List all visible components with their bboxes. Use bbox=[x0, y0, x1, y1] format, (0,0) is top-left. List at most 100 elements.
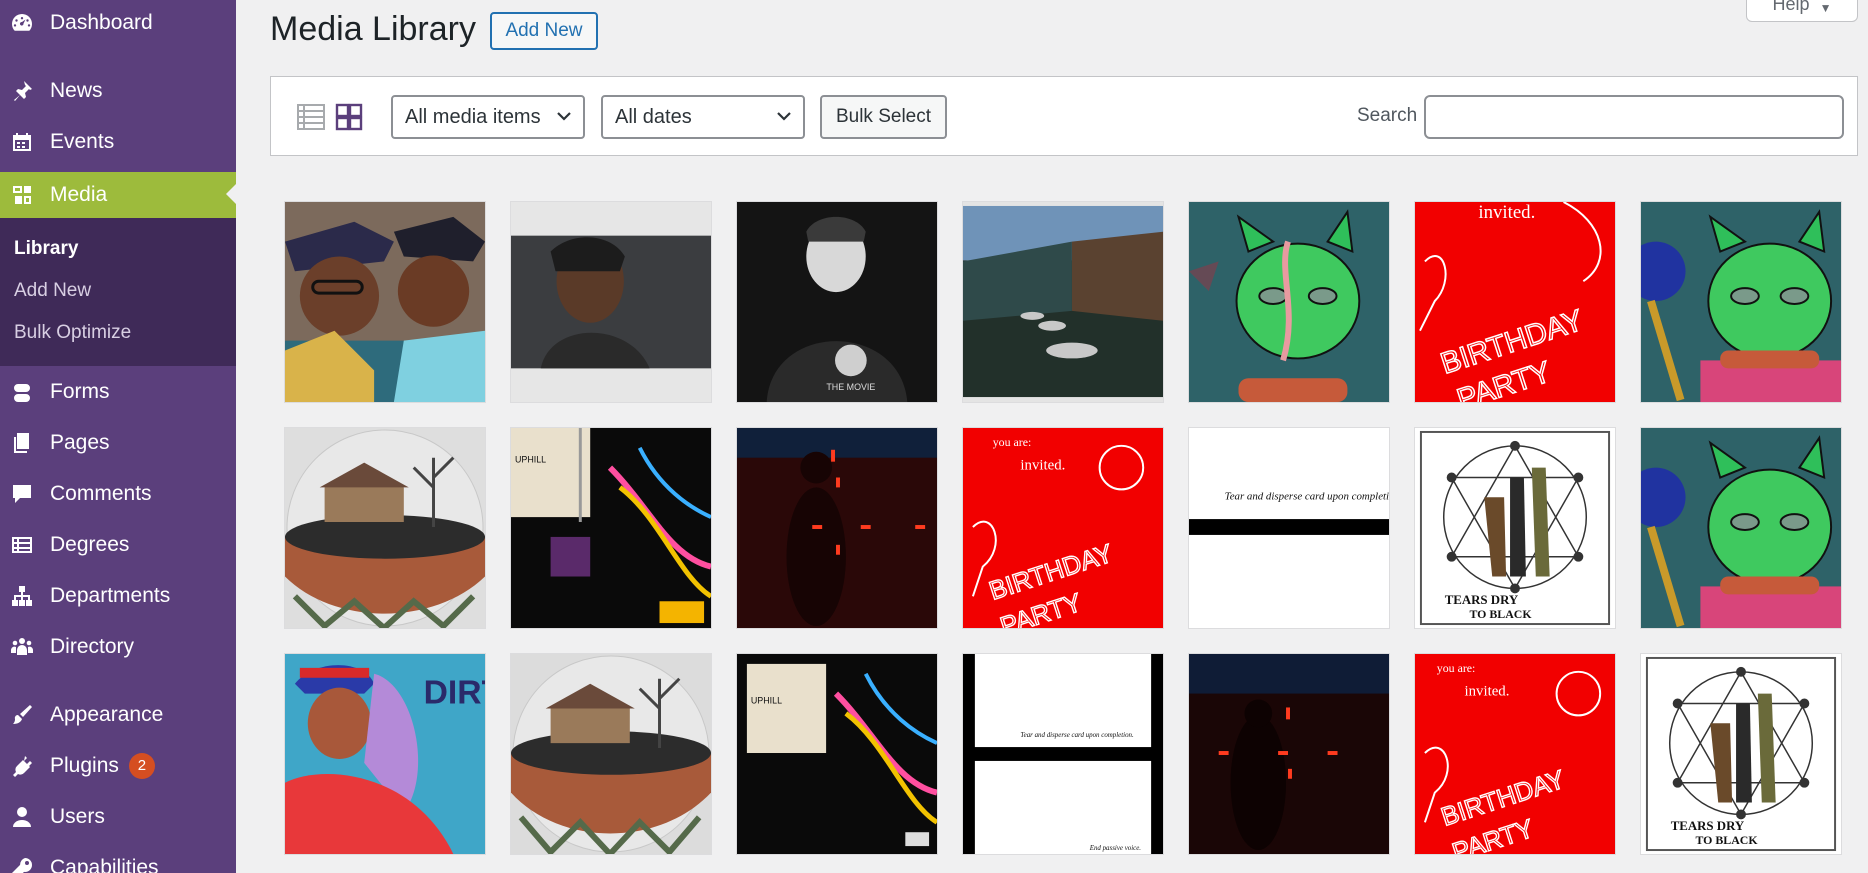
menu-label: Directory bbox=[50, 635, 135, 658]
menu-item-appearance[interactable]: Appearance bbox=[0, 694, 236, 736]
thumbnail-image: invited. BIRTHDAY PARTY bbox=[1415, 202, 1615, 402]
album-title: TO BLACK bbox=[1695, 833, 1758, 847]
invite-text: invited. bbox=[1465, 684, 1510, 700]
thumbnail-image: you are: invited. BIRTHDAY PARTY bbox=[1415, 654, 1615, 854]
media-thumbnail[interactable] bbox=[284, 427, 486, 629]
menu-label: Comments bbox=[50, 482, 152, 505]
poster-text: UPHILL bbox=[515, 455, 546, 465]
menu-item-users[interactable]: Users bbox=[0, 796, 236, 838]
media-thumbnail[interactable]: you are: invited. BIRTHDAY PARTY bbox=[962, 427, 1164, 629]
paintbrush-icon bbox=[10, 703, 34, 727]
thumbnail-image: you are: invited. BIRTHDAY PARTY bbox=[963, 428, 1163, 628]
submenu-library[interactable]: Library bbox=[14, 238, 78, 260]
thumbnail-image bbox=[737, 428, 937, 628]
media-thumbnail[interactable]: Tear and disperse card upon completion. bbox=[1188, 427, 1390, 629]
media-thumbnail[interactable] bbox=[962, 201, 1164, 403]
dashboard-icon bbox=[10, 11, 34, 35]
media-thumbnail[interactable]: THE MOVIE bbox=[736, 201, 938, 403]
card-text: Tear and disperse card upon completion. bbox=[1020, 732, 1134, 739]
date-select-value: All dates bbox=[615, 105, 692, 128]
menu-label: News bbox=[50, 79, 103, 102]
media-thumbnail[interactable]: you are: invited. BIRTHDAY PARTY bbox=[1414, 653, 1616, 855]
menu-label: Users bbox=[50, 805, 105, 828]
menu-label: Dashboard bbox=[50, 11, 153, 34]
album-title: TO BLACK bbox=[1469, 607, 1532, 621]
thumbnail-image bbox=[285, 428, 485, 628]
menu-label: Degrees bbox=[50, 533, 130, 556]
search-input[interactable] bbox=[1424, 95, 1844, 139]
submenu-bulk-optimize[interactable]: Bulk Optimize bbox=[14, 322, 131, 344]
media-thumbnail[interactable] bbox=[510, 201, 712, 403]
submenu-add-new[interactable]: Add New bbox=[14, 280, 91, 302]
media-thumbnail[interactable] bbox=[1640, 201, 1842, 403]
add-new-button[interactable]: Add New bbox=[490, 12, 598, 50]
thumbnail-image: DIRT bbox=[285, 654, 485, 854]
media-thumbnail[interactable] bbox=[510, 653, 712, 855]
invite-text: you are: bbox=[993, 435, 1032, 449]
media-thumbnail[interactable]: invited. BIRTHDAY PARTY bbox=[1414, 201, 1616, 403]
media-thumbnail[interactable] bbox=[736, 427, 938, 629]
thumbnail-image: THE MOVIE bbox=[737, 202, 937, 402]
media-thumbnail[interactable] bbox=[284, 201, 486, 403]
help-label: Help bbox=[1772, 0, 1810, 14]
menu-item-news[interactable]: News bbox=[0, 70, 236, 112]
grid-view-icon[interactable] bbox=[333, 101, 365, 133]
bulk-select-button[interactable]: Bulk Select bbox=[820, 95, 947, 139]
menu-item-media[interactable]: Media bbox=[0, 172, 236, 218]
card-text: End passive voice. bbox=[1089, 845, 1142, 852]
search-label: Search bbox=[1357, 105, 1418, 126]
thumbnail-image bbox=[285, 202, 485, 402]
pushpin-icon bbox=[10, 79, 34, 103]
media-thumbnail[interactable]: DIRT bbox=[284, 653, 486, 855]
key-icon bbox=[10, 856, 34, 873]
menu-item-events[interactable]: Events bbox=[0, 121, 236, 163]
media-type-select[interactable]: All media items bbox=[391, 95, 585, 139]
media-thumbnail[interactable]: Tear and disperse card upon completion. … bbox=[962, 653, 1164, 855]
menu-item-dashboard[interactable]: Dashboard bbox=[0, 2, 236, 44]
menu-item-capabilities[interactable]: Capabilities bbox=[0, 847, 236, 873]
media-thumbnail[interactable]: TEARS DRY TO BLACK bbox=[1414, 427, 1616, 629]
menu-item-comments[interactable]: Comments bbox=[0, 473, 236, 515]
card-text: Tear and disperse card upon completion. bbox=[1225, 490, 1389, 502]
help-tab[interactable]: Help ▼ bbox=[1746, 0, 1858, 22]
update-count-badge: 2 bbox=[128, 753, 155, 779]
menu-label: Capabilities bbox=[50, 856, 159, 873]
media-thumbnail[interactable]: UPHILL bbox=[510, 427, 712, 629]
media-thumbnail[interactable]: UPHILL bbox=[736, 653, 938, 855]
poster-text: DIRT bbox=[424, 675, 485, 712]
media-thumbnail[interactable]: TEARS DRY TO BLACK bbox=[1640, 653, 1842, 855]
thumbnail-image bbox=[511, 654, 711, 854]
admin-sidebar: Dashboard News Events Media Library Add … bbox=[0, 0, 236, 873]
networking-icon bbox=[10, 584, 34, 608]
menu-item-degrees[interactable]: Degrees bbox=[0, 524, 236, 566]
menu-label: Appearance bbox=[50, 703, 164, 726]
pages-icon bbox=[10, 431, 34, 455]
media-thumbnail[interactable] bbox=[1188, 653, 1390, 855]
media-thumbnail[interactable] bbox=[1640, 427, 1842, 629]
invite-text: invited. bbox=[1478, 202, 1535, 223]
menu-item-plugins[interactable]: Plugins 2 bbox=[0, 745, 236, 787]
list-view-icon[interactable] bbox=[295, 101, 327, 133]
thumbnail-image: TEARS DRY TO BLACK bbox=[1415, 428, 1615, 628]
calendar-icon bbox=[10, 130, 34, 154]
menu-item-departments[interactable]: Departments bbox=[0, 575, 236, 617]
menu-item-forms[interactable]: Forms bbox=[0, 371, 236, 413]
date-select[interactable]: All dates bbox=[601, 95, 805, 139]
invite-text: invited. bbox=[1020, 458, 1065, 474]
media-thumbnail[interactable] bbox=[1188, 201, 1390, 403]
list-view-icon bbox=[10, 533, 34, 557]
thumbnail-image bbox=[1189, 654, 1389, 854]
menu-label: Pages bbox=[50, 431, 110, 454]
thumbnail-image bbox=[963, 202, 1163, 402]
media-icon bbox=[10, 183, 34, 207]
poster-text: UPHILL bbox=[751, 696, 782, 706]
album-title: TEARS DRY bbox=[1445, 593, 1519, 607]
menu-item-pages[interactable]: Pages bbox=[0, 422, 236, 464]
thumbnail-image: UPHILL bbox=[511, 428, 711, 628]
menu-label: Plugins bbox=[50, 754, 119, 777]
thumbnail-image bbox=[511, 202, 711, 402]
menu-label: Media bbox=[50, 183, 108, 206]
menu-item-directory[interactable]: Directory bbox=[0, 626, 236, 668]
media-toolbar: All media items All dates Bulk Select Se… bbox=[270, 76, 1858, 156]
media-type-value: All media items bbox=[405, 105, 541, 128]
